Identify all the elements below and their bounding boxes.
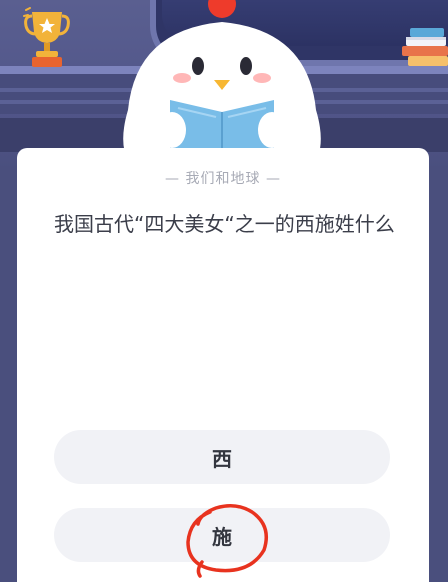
answer-option-label: 西 — [212, 446, 232, 471]
answer-option-1[interactable]: 西 — [54, 430, 390, 484]
quiz-screen: — 我们和地球 — 我国古代“四大美女“之一的西施姓什么 西 施 — [0, 0, 448, 582]
question-card: — 我们和地球 — 我国古代“四大美女“之一的西施姓什么 西 施 — [17, 148, 429, 582]
answer-option-label: 施 — [212, 524, 232, 549]
chicken-mascot — [123, 0, 321, 170]
question-text: 我国古代“四大美女“之一的西施姓什么 — [54, 212, 395, 236]
answer-option-2[interactable]: 施 — [54, 508, 390, 562]
books-icon — [402, 28, 448, 66]
trophy-icon — [23, 7, 70, 67]
category-label: — 我们和地球 — — [165, 171, 281, 187]
